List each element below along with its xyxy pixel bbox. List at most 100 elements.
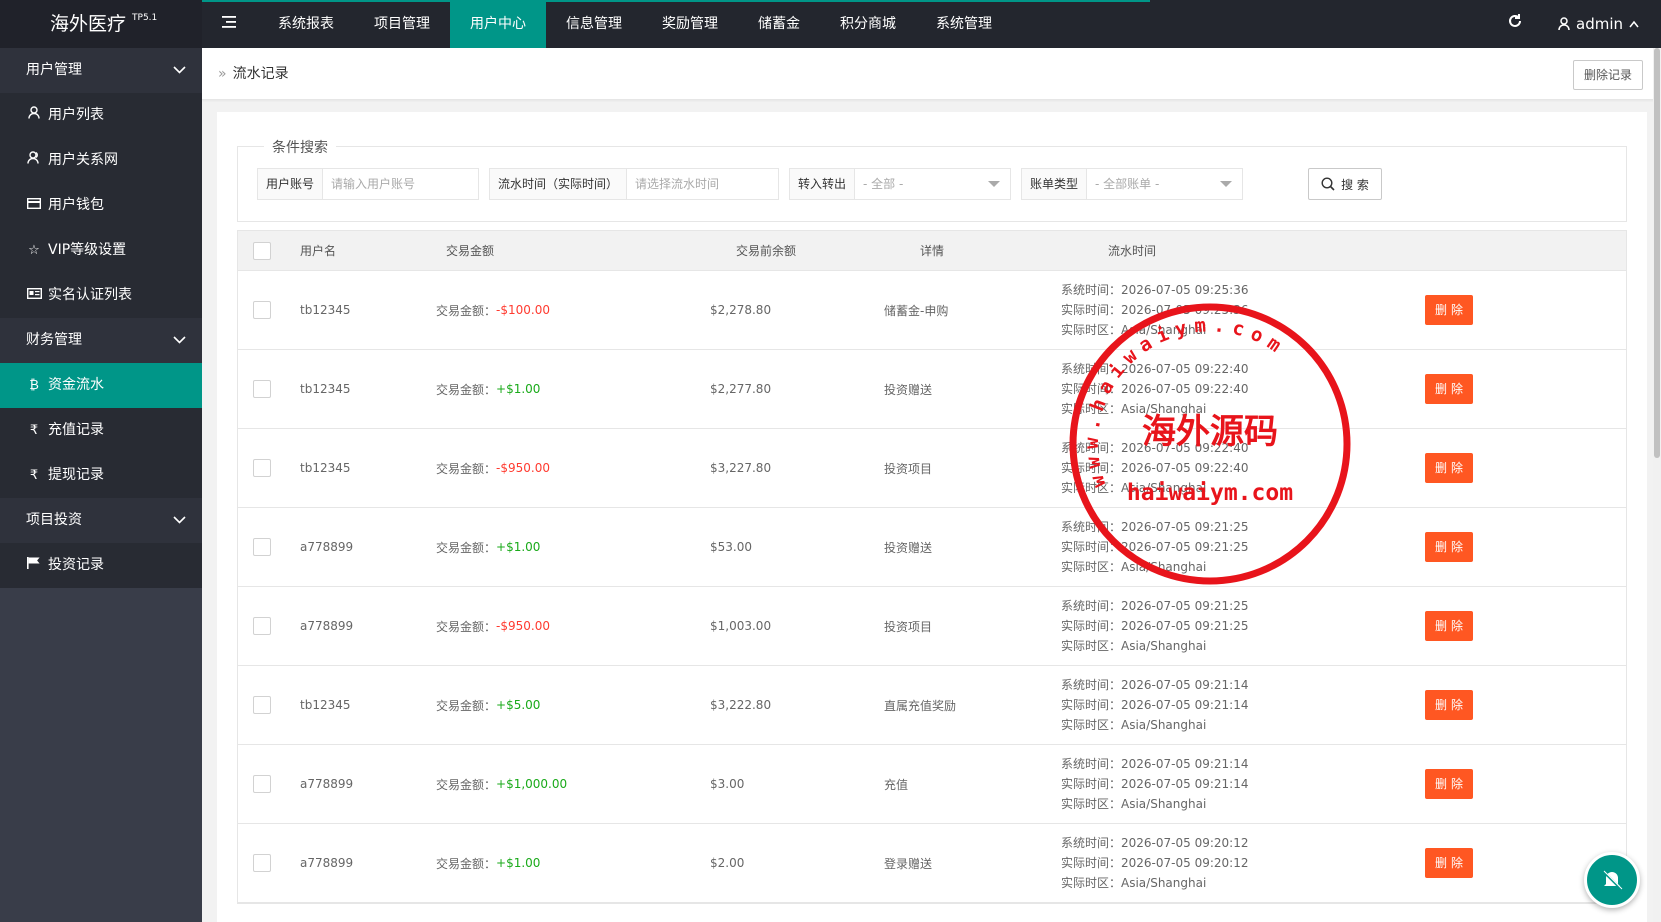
page-scrollbar[interactable] (1653, 48, 1661, 922)
sidebar-item-investment-records[interactable]: 投资记录 (0, 543, 202, 588)
cell-amount: 交易金额： -$100.00 (436, 271, 550, 349)
sidebar-item-label: 实名认证列表 (48, 287, 132, 303)
timezone-value: Asia/Shanghai (1121, 876, 1207, 890)
refresh-icon[interactable] (1490, 0, 1540, 48)
double-chevron-icon: » (218, 66, 227, 82)
cell-username: tb12345 (300, 698, 351, 712)
table-body: tb12345 交易金额： -$100.00 $2,278.80 储蓄金-申购 系统时间：… (238, 271, 1626, 903)
system-time-value: 2026-07-05 09:21:14 (1121, 757, 1249, 771)
cell-username: tb12345 (300, 382, 351, 396)
breadcrumb: » 流水记录 删除记录 (202, 48, 1661, 100)
sidebar-group-finance[interactable]: 财务管理 (0, 318, 202, 363)
row-checkbox-cell (253, 666, 271, 744)
timezone-label: 实际时区： (1061, 481, 1122, 495)
nav-points-mall[interactable]: 积分商城 (820, 0, 916, 48)
actual-time-value: 2026-07-05 09:21:14 (1121, 777, 1249, 791)
delete-button[interactable]: 删除 (1425, 295, 1473, 325)
search-button[interactable]: 搜 索 (1308, 168, 1382, 200)
amount-value: +$5.00 (496, 698, 541, 712)
type-select[interactable]: - 全部账单 - (1087, 169, 1242, 199)
search-button-label: 搜 索 (1341, 177, 1369, 192)
sidebar-group-label: 财务管理 (26, 332, 82, 348)
amount-prefix: 交易金额： (436, 619, 497, 634)
delete-button[interactable]: 删除 (1425, 611, 1473, 641)
sidebar-group-user-management[interactable]: 用户管理 (0, 48, 202, 93)
nav-system-management[interactable]: 系统管理 (916, 0, 1012, 48)
wallet-icon (26, 183, 42, 228)
sidebar-item-recharge[interactable]: ₹ 充值记录 (0, 408, 202, 453)
sidebar-item-user-wallet[interactable]: 用户钱包 (0, 183, 202, 228)
nav-savings[interactable]: 储蓄金 (738, 0, 820, 48)
system-time-value: 2026-07-05 09:20:12 (1121, 836, 1249, 850)
row-checkbox[interactable] (253, 301, 271, 319)
row-checkbox[interactable] (253, 617, 271, 635)
row-checkbox[interactable] (253, 696, 271, 714)
direction-select-value: - 全部 - (863, 177, 904, 191)
cell-balance: $3.00 (710, 777, 745, 791)
sidebar-item-real-name[interactable]: 实名认证列表 (0, 273, 202, 318)
row-checkbox[interactable] (253, 459, 271, 477)
nav-reward-management[interactable]: 奖励管理 (642, 0, 738, 48)
nav-project-management[interactable]: 项目管理 (354, 0, 450, 48)
sidebar-item-label: 提现记录 (48, 467, 104, 483)
direction-select[interactable]: - 全部 - (855, 169, 1010, 199)
actual-time-label: 实际时间： (1061, 303, 1122, 317)
account-filter: 用户账号 请输入用户账号 (257, 168, 479, 200)
sidebar-item-label: 用户钱包 (48, 197, 104, 213)
flag-icon (26, 543, 42, 588)
delete-button[interactable]: 删除 (1425, 532, 1473, 562)
sidebar-item-vip-level[interactable]: ☆ VIP等级设置 (0, 228, 202, 273)
sidebar-item-fund-flow[interactable]: ₿ 资金流水 (0, 363, 202, 408)
cell-amount: 交易金额： +$5.00 (436, 666, 540, 744)
account-input[interactable]: 请输入用户账号 (323, 169, 478, 199)
app-logo[interactable]: 海外医疗 TP5.1 (0, 0, 202, 48)
user-menu[interactable]: admin (1540, 0, 1661, 48)
chevron-down-icon (173, 498, 186, 543)
timezone-value: Asia/Shanghai (1121, 481, 1207, 495)
menu-icon[interactable] (202, 0, 258, 48)
delete-button[interactable]: 删除 (1425, 453, 1473, 483)
cell-flow-time: 系统时间：2026-07-05 09:21:25 实际时间：2026-07-05 … (1061, 508, 1248, 586)
actual-time-value: 2026-07-05 09:22:40 (1121, 461, 1249, 475)
actual-time-line: 实际时间：2026-07-05 09:21:25 (1061, 616, 1248, 636)
row-checkbox[interactable] (253, 538, 271, 556)
chevron-up-icon (1629, 20, 1639, 28)
nav-user-center[interactable]: 用户中心 (450, 0, 546, 48)
rupee-icon: ₹ (29, 423, 39, 438)
sidebar-item-withdraw[interactable]: ₹ 提现记录 (0, 453, 202, 498)
delete-button[interactable]: 删除 (1425, 374, 1473, 404)
nav-system-report[interactable]: 系统报表 (258, 0, 354, 48)
actual-time-value: 2026-07-05 09:21:14 (1121, 698, 1249, 712)
cell-actions: 删除 (1425, 271, 1473, 349)
scrollbar-thumb[interactable] (1654, 48, 1660, 458)
delete-records-button[interactable]: 删除记录 (1572, 60, 1643, 90)
cell-flow-time: 系统时间：2026-07-05 09:25:36 实际时间：2026-07-05 … (1061, 271, 1248, 349)
cell-balance: $3,227.80 (710, 461, 772, 475)
sidebar-group-investment[interactable]: 项目投资 (0, 498, 202, 543)
row-checkbox[interactable] (253, 775, 271, 793)
row-checkbox[interactable] (253, 380, 271, 398)
cell-actions: 删除 (1425, 745, 1473, 823)
actual-time-line: 实际时间：2026-07-05 09:22:40 (1061, 458, 1248, 478)
chevron-down-icon (173, 48, 186, 93)
system-time-value: 2026-07-05 09:21:25 (1121, 599, 1249, 613)
table-row: a778899 交易金额： +$1.00 $2.00 登录赠送 系统时间：2026-07-… (238, 824, 1626, 903)
timezone-value: Asia/Shanghai (1121, 718, 1207, 732)
cell-username: a778899 (300, 856, 354, 870)
select-all-checkbox[interactable] (253, 241, 271, 260)
sidebar-item-user-network[interactable]: 用户关系网 (0, 138, 202, 183)
delete-button[interactable]: 删除 (1425, 690, 1473, 720)
table-row: a778899 交易金额： +$1.00 $53.00 投资赠送 系统时间：2026-07… (238, 508, 1626, 587)
row-checkbox[interactable] (253, 854, 271, 872)
cell-actions: 删除 (1425, 666, 1473, 744)
delete-button[interactable]: 删除 (1425, 769, 1473, 799)
delete-button[interactable]: 删除 (1425, 848, 1473, 878)
time-input[interactable]: 请选择流水时间 (627, 169, 778, 199)
table-row: tb12345 交易金额： -$950.00 $3,227.80 投资项目 系统时间：20… (238, 429, 1626, 508)
timezone-value: Asia/Shanghai (1121, 323, 1207, 337)
nav-info-management[interactable]: 信息管理 (546, 0, 642, 48)
floating-help-button[interactable] (1584, 852, 1640, 908)
chevron-down-icon (173, 318, 186, 363)
sidebar-item-user-list[interactable]: 用户列表 (0, 93, 202, 138)
cell-balance: $3,222.80 (710, 698, 772, 712)
